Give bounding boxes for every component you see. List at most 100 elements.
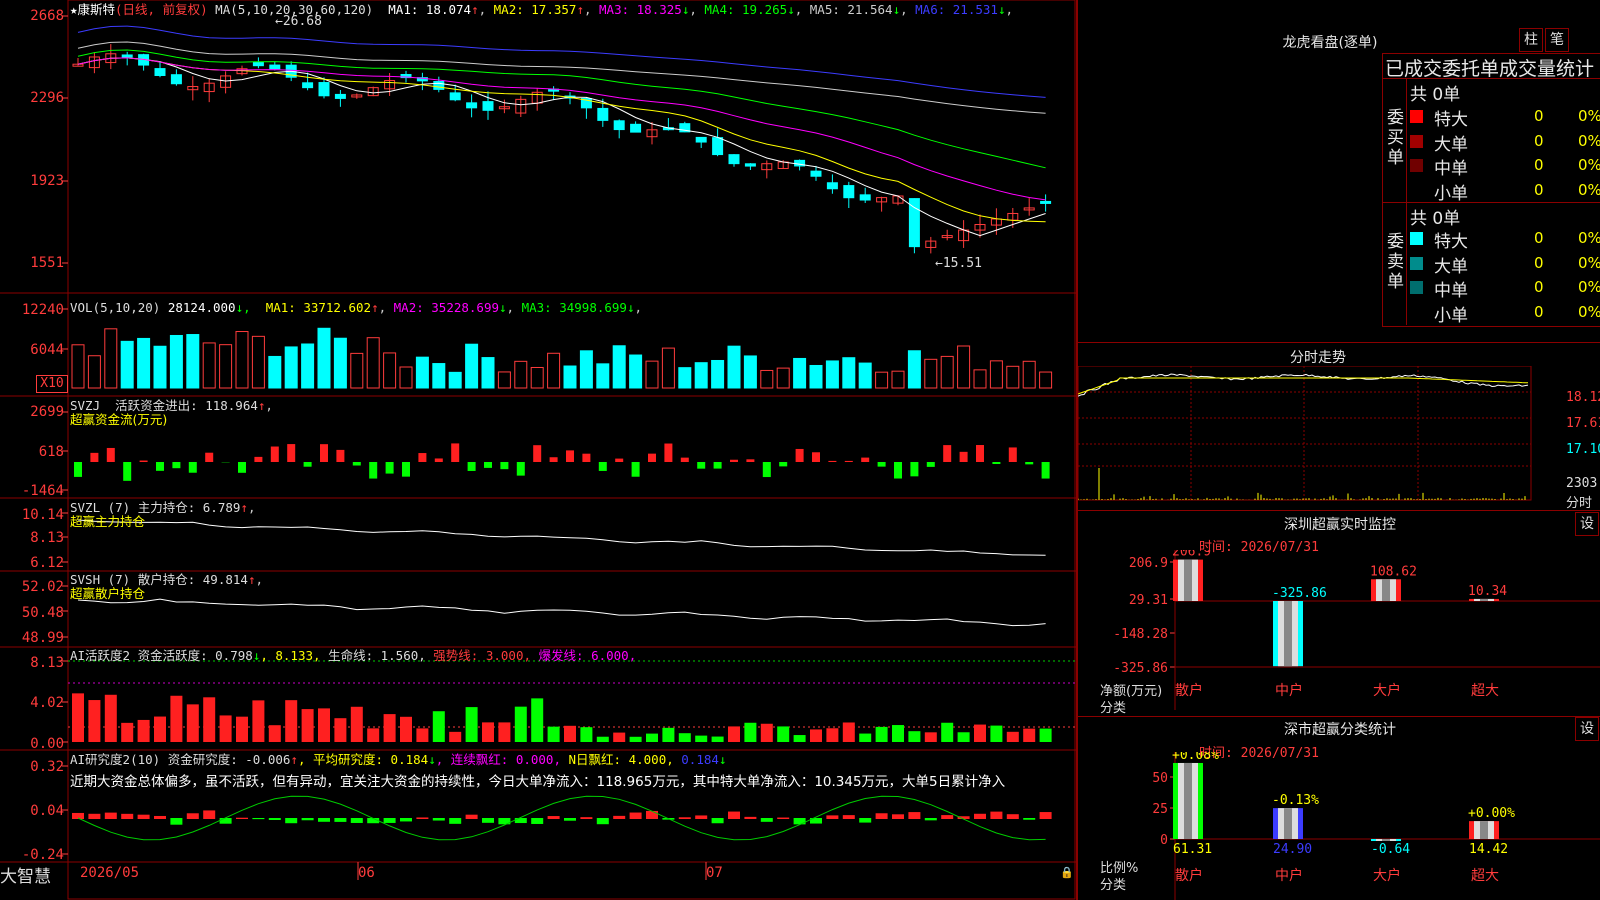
y-axis-label: 25 bbox=[1152, 802, 1168, 817]
fund-flow-bar bbox=[467, 462, 476, 471]
separator: , bbox=[506, 300, 515, 315]
ma-line bbox=[77, 57, 1046, 201]
y-axis-label: -325.86 bbox=[1113, 661, 1168, 676]
activity-bar bbox=[104, 694, 117, 742]
research-bar bbox=[514, 818, 527, 824]
order-size-name: 小单 bbox=[1434, 305, 1468, 326]
intraday-vol-unit: 分时 bbox=[1566, 496, 1593, 511]
separator: , bbox=[583, 2, 592, 17]
activity-bar bbox=[498, 722, 511, 742]
research-bar bbox=[924, 818, 937, 821]
category-bar bbox=[1371, 579, 1401, 601]
order-count: 0 bbox=[1534, 156, 1544, 174]
header-part: 强势线: 3.000, bbox=[433, 648, 539, 663]
research-bar bbox=[646, 810, 658, 819]
vol-ma-value: MA2: 35228.699 bbox=[386, 300, 500, 315]
fund-flow-bar bbox=[697, 462, 706, 469]
bar-stripe bbox=[1382, 579, 1390, 601]
intraday-chart[interactable] bbox=[1078, 366, 1600, 510]
candle-body bbox=[712, 137, 724, 156]
volume-bar bbox=[333, 337, 347, 389]
y-axis-label: 29.31 bbox=[1129, 593, 1168, 608]
main-holding-line bbox=[77, 519, 1046, 556]
category-label: 大户 bbox=[1373, 682, 1401, 699]
separator: , bbox=[689, 2, 697, 17]
volume-bar bbox=[235, 331, 249, 389]
volume-bar bbox=[957, 345, 971, 389]
vol-ma-value: MA1: 33712.602 bbox=[258, 300, 372, 315]
fund-flow-bar bbox=[516, 462, 525, 476]
volume-bar bbox=[481, 357, 495, 389]
ma-line bbox=[77, 57, 1046, 237]
activity-bar bbox=[236, 716, 248, 742]
svsh-y-label: 52.02 bbox=[21, 579, 64, 595]
volume-bar bbox=[940, 355, 954, 389]
order-size-name: 小单 bbox=[1434, 183, 1468, 204]
volume-bar bbox=[891, 370, 905, 389]
sell-order-row: 小单 0 0% bbox=[1410, 300, 1600, 326]
activity-bar bbox=[711, 736, 724, 742]
color-swatch bbox=[1410, 134, 1423, 148]
activity-bar bbox=[744, 722, 757, 742]
candle-body bbox=[859, 194, 871, 201]
bar-value-label: 108.62 bbox=[1370, 564, 1417, 579]
activity-bar bbox=[482, 722, 494, 742]
sz-category-settings-button[interactable]: 设 bbox=[1575, 717, 1599, 741]
ma-arrow: ↑ bbox=[576, 2, 584, 17]
activity-bar bbox=[334, 718, 347, 742]
fund-flow-bar bbox=[877, 462, 886, 467]
activity-bar bbox=[72, 693, 84, 742]
fund-flow-bar bbox=[910, 462, 919, 477]
bar-view-button[interactable]: 柱 bbox=[1519, 28, 1543, 52]
volume-bar bbox=[87, 355, 101, 389]
volume-bar bbox=[793, 357, 807, 389]
ma-arrow: ↑ bbox=[471, 2, 479, 17]
activity-bar bbox=[350, 706, 363, 742]
vol-ma-value: MA3: 34998.699 bbox=[514, 300, 627, 315]
candle-panel-header: ★康斯特(日线, 前复权) MA(5,10,20,30,60,120) MA1:… bbox=[70, 2, 1013, 17]
research-bar bbox=[203, 810, 216, 819]
y-axis-label: 75 bbox=[1152, 752, 1168, 755]
volume-bar bbox=[989, 360, 1003, 389]
research-bar bbox=[285, 818, 298, 824]
research-bar bbox=[170, 818, 183, 825]
lock-icon[interactable]: 🔒 bbox=[1060, 866, 1074, 879]
sz-category-cat-label: 分类 bbox=[1100, 878, 1127, 893]
activity-bar bbox=[154, 716, 166, 742]
separator: , bbox=[900, 2, 908, 17]
volume-bar bbox=[842, 357, 856, 389]
research-bar bbox=[580, 817, 593, 819]
research-bar bbox=[744, 816, 757, 819]
bar-stripe bbox=[1480, 821, 1488, 839]
volume-bar bbox=[760, 369, 774, 389]
fund-flow-bar bbox=[303, 462, 312, 467]
pen-view-button[interactable]: 笔 bbox=[1545, 28, 1569, 52]
fund-flow-bar bbox=[172, 462, 181, 469]
research-bar bbox=[760, 818, 773, 822]
bar-value-label: 206.9 bbox=[1172, 550, 1211, 560]
volume-bar bbox=[514, 360, 528, 389]
activity-bar bbox=[88, 700, 101, 742]
activity-bar bbox=[613, 732, 626, 742]
buy-side-label: 委买单 bbox=[1387, 108, 1404, 168]
buy-total: 共 0单 bbox=[1410, 85, 1461, 105]
activity-bar bbox=[367, 728, 380, 742]
sell-order-row: 中单 0 0% bbox=[1410, 275, 1600, 301]
research-bar bbox=[826, 815, 839, 819]
candle-body bbox=[334, 93, 346, 99]
order-count: 0 bbox=[1534, 302, 1544, 321]
volume-bar bbox=[776, 367, 790, 389]
activity-bar bbox=[121, 722, 134, 742]
color-swatch bbox=[1410, 281, 1423, 294]
category-bar bbox=[1469, 821, 1499, 839]
vol-y-label: 6044 bbox=[30, 342, 64, 358]
activity-bar bbox=[285, 700, 298, 742]
sz-monitor-settings-button[interactable]: 设 bbox=[1575, 512, 1599, 536]
volume-bar bbox=[694, 362, 708, 389]
fund-flow-bar bbox=[385, 462, 394, 474]
activity-bar bbox=[318, 708, 330, 742]
activity-bar bbox=[203, 697, 216, 742]
fund-flow-bar bbox=[844, 460, 853, 462]
volume-bar bbox=[809, 364, 823, 389]
research-bar bbox=[186, 813, 199, 819]
